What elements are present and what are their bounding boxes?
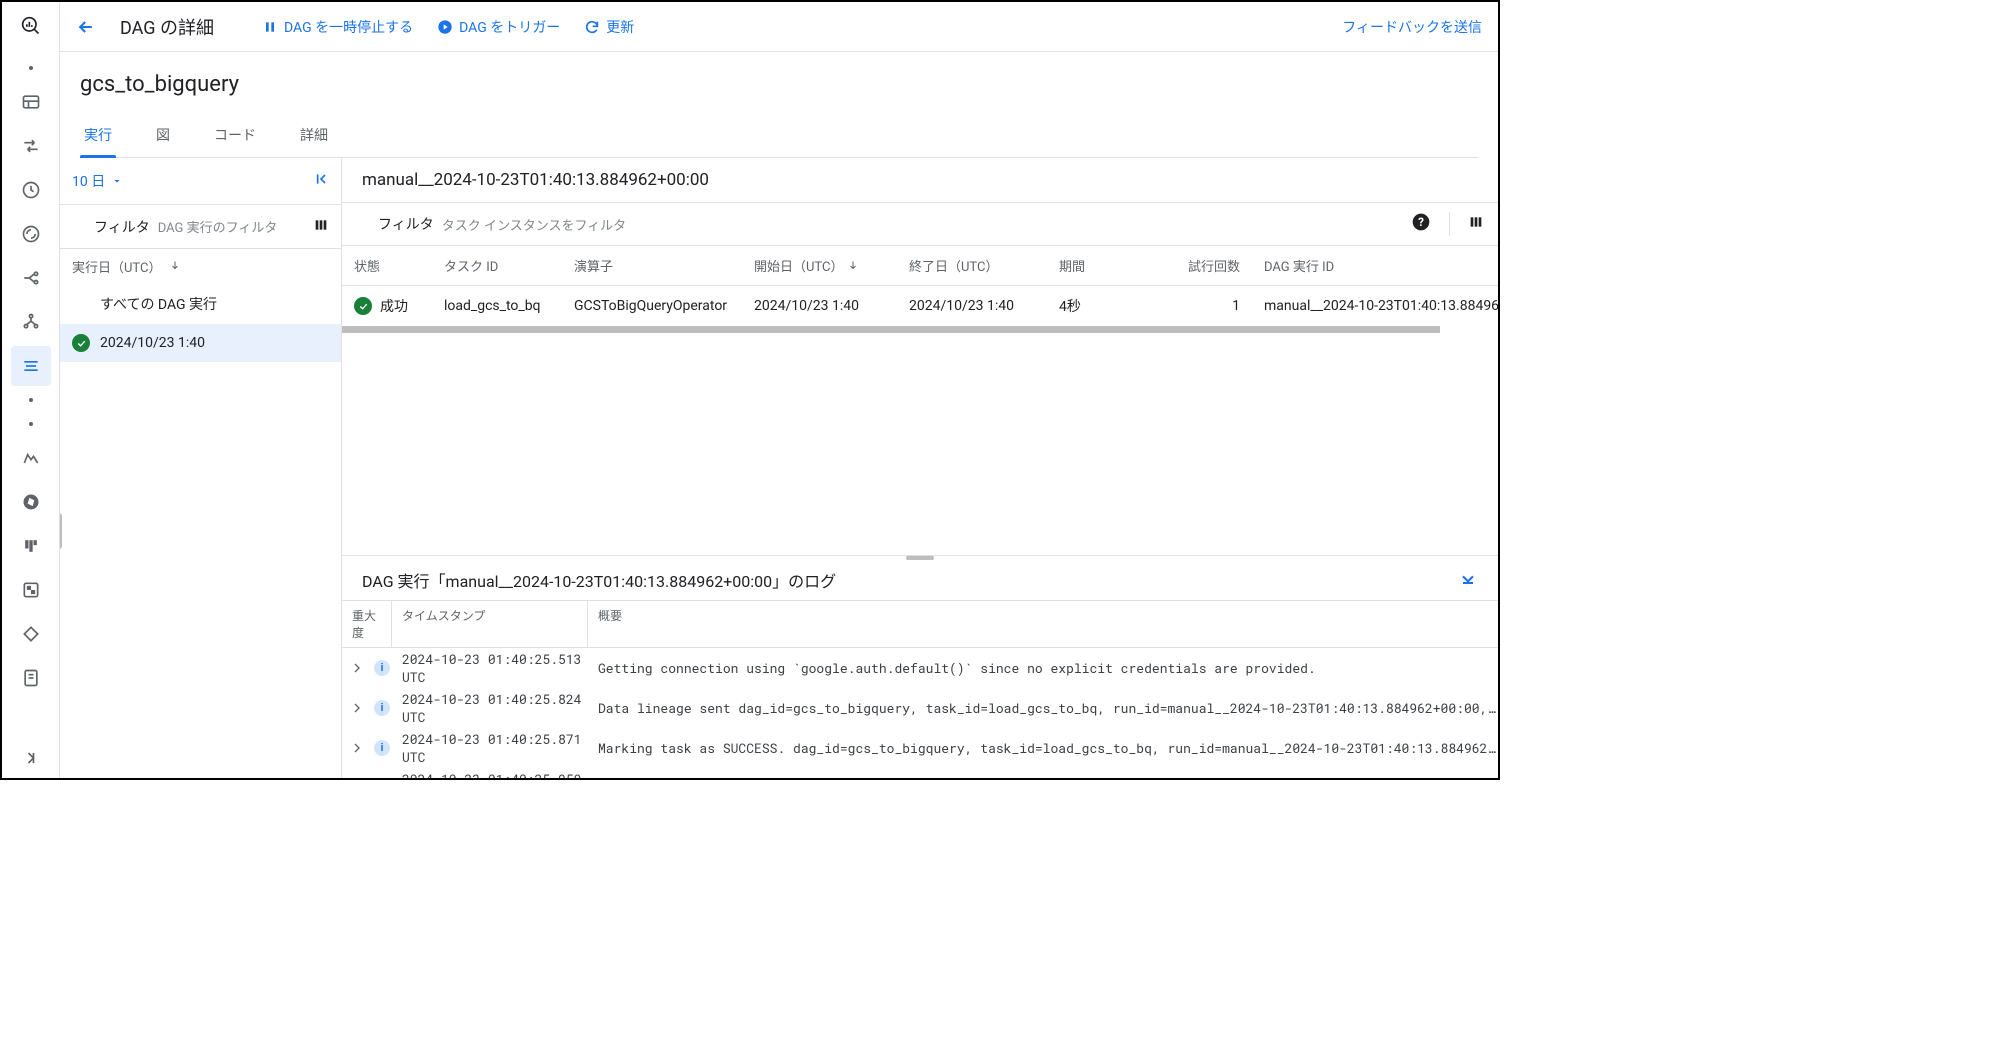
sidebar-nav-item-6[interactable] <box>11 302 51 342</box>
expand-icon[interactable] <box>342 660 372 676</box>
log-row[interactable]: i 2024-10-23 01:40:25.824 UTC Data linea… <box>342 688 1498 728</box>
sidebar-nav-item-7[interactable] <box>11 438 51 478</box>
run-title: manual__2024-10-23T01:40:13.884962+00:00 <box>342 158 1498 202</box>
log-row[interactable]: i 2024-10-23 01:40:25.959 UTC Task exite… <box>342 768 1498 778</box>
tab-code[interactable]: コード <box>210 117 260 157</box>
sidebar-nav-item-12[interactable] <box>11 658 51 698</box>
columns-icon-left[interactable] <box>313 217 329 237</box>
sidebar-divider-dot <box>29 422 33 426</box>
logs-body: i 2024-10-23 01:40:25.513 UTC Getting co… <box>342 648 1498 778</box>
sidebar-nav-item-10[interactable] <box>11 570 51 610</box>
horizontal-scrollbar[interactable] <box>342 326 1440 333</box>
logs-header: 重大度 タイムスタンプ 概要 <box>342 600 1498 648</box>
sidebar-nav-item-2[interactable] <box>11 126 51 166</box>
topbar: DAG の詳細 DAG を一時停止する DAG をトリガー 更新 フィードバック… <box>60 2 1498 52</box>
time-range-label: 10 日 <box>72 171 105 191</box>
filter-label-left: フィルタ <box>94 217 150 237</box>
filter-button-left[interactable]: フィルタ <box>72 217 150 237</box>
severity-info-icon: i <box>372 660 392 676</box>
col-summary[interactable]: 概要 <box>588 601 1498 647</box>
log-timestamp: 2024-10-23 01:40:25.871 UTC <box>392 730 588 766</box>
left-sidebar <box>2 2 60 778</box>
back-button[interactable] <box>76 17 96 37</box>
collapse-logs-icon[interactable] <box>1458 568 1478 592</box>
filter-label-tasks: フィルタ <box>378 214 434 234</box>
log-timestamp: 2024-10-23 01:40:25.959 UTC <box>392 770 588 778</box>
col-operator[interactable]: 演算子 <box>562 246 742 286</box>
logs-section: DAG 実行「manual__2024-10-23T01:40:13.88496… <box>342 555 1498 778</box>
page-title: DAG の詳細 <box>120 14 214 40</box>
sidebar-divider-dot <box>29 66 33 70</box>
sidebar-nav-item-1[interactable] <box>11 82 51 122</box>
product-logo-icon <box>15 10 47 42</box>
col-timestamp[interactable]: タイムスタンプ <box>392 601 588 647</box>
sidebar-nav-item-3[interactable] <box>11 170 51 210</box>
log-message: Marking task as SUCCESS. dag_id=gcs_to_b… <box>588 739 1498 757</box>
sort-down-icon[interactable] <box>169 259 181 275</box>
col-start[interactable]: 開始日（UTC） <box>742 246 897 286</box>
log-message: Data lineage sent dag_id=gcs_to_bigquery… <box>588 699 1498 717</box>
status-success-icon <box>354 297 372 315</box>
col-state[interactable]: 状態 <box>342 246 432 286</box>
col-tries[interactable]: 試行回数 <box>1162 246 1252 286</box>
dag-run-item[interactable]: 2024/10/23 1:40 <box>60 324 341 362</box>
all-dag-runs-label: すべての DAG 実行 <box>100 294 217 314</box>
sidebar-nav-item-11[interactable] <box>11 614 51 654</box>
sidebar-divider-dot <box>29 398 33 402</box>
collapse-left-icon[interactable] <box>313 171 329 191</box>
logs-title: DAG 実行「manual__2024-10-23T01:40:13.88496… <box>362 568 836 592</box>
svg-text:?: ? <box>1418 215 1424 229</box>
sidebar-nav-item-5[interactable] <box>11 258 51 298</box>
divider <box>1449 212 1450 236</box>
col-run-date[interactable]: 実行日（UTC） <box>72 257 161 276</box>
tab-graph[interactable]: 図 <box>152 117 174 157</box>
log-timestamp: 2024-10-23 01:40:25.513 UTC <box>392 650 588 686</box>
columns-icon-tasks[interactable] <box>1468 214 1484 234</box>
refresh-button[interactable]: 更新 <box>584 17 634 37</box>
sidebar-expand-icon[interactable] <box>11 738 51 778</box>
pause-dag-button[interactable]: DAG を一時停止する <box>262 17 413 37</box>
log-row[interactable]: i 2024-10-23 01:40:25.871 UTC Marking ta… <box>342 728 1498 768</box>
expand-icon[interactable] <box>342 700 372 716</box>
dag-tabs: 実行 図 コード 詳細 <box>80 117 1478 158</box>
col-taskid[interactable]: タスク ID <box>432 246 562 286</box>
log-message: Getting connection using `google.auth.de… <box>588 659 1498 677</box>
col-end[interactable]: 終了日（UTC） <box>897 246 1047 286</box>
filter-placeholder-tasks[interactable]: タスク インスタンスをフィルタ <box>442 215 626 234</box>
expand-icon[interactable] <box>342 740 372 756</box>
log-row[interactable]: i 2024-10-23 01:40:25.513 UTC Getting co… <box>342 648 1498 688</box>
filter-button-tasks[interactable]: フィルタ <box>356 214 434 234</box>
trigger-dag-label: DAG をトリガー <box>459 17 560 37</box>
severity-info-icon: i <box>372 740 392 756</box>
col-severity[interactable]: 重大度 <box>342 601 392 647</box>
log-timestamp: 2024-10-23 01:40:25.824 UTC <box>392 690 588 726</box>
task-row[interactable]: 成功 load_gcs_to_bq GCSToBigQueryOperator … <box>342 286 1498 327</box>
sidebar-nav-item-9[interactable] <box>11 526 51 566</box>
sidebar-nav-item-8[interactable] <box>11 482 51 522</box>
sidebar-nav-item-4[interactable] <box>11 214 51 254</box>
task-pane: manual__2024-10-23T01:40:13.884962+00:00… <box>342 158 1498 778</box>
refresh-label: 更新 <box>606 17 634 37</box>
task-table: 状態 タスク ID 演算子 開始日（UTC） 終了日（UTC） 期間 試行回数 … <box>342 246 1498 326</box>
col-duration[interactable]: 期間 <box>1047 246 1162 286</box>
tab-runs[interactable]: 実行 <box>80 117 116 157</box>
filter-placeholder-left[interactable]: DAG 実行のフィルタ <box>158 217 278 236</box>
sidebar-nav-item-active[interactable] <box>11 346 51 386</box>
pause-dag-label: DAG を一時停止する <box>284 17 413 37</box>
feedback-link[interactable]: フィードバックを送信 <box>1342 17 1482 37</box>
tab-details[interactable]: 詳細 <box>296 117 332 157</box>
runs-list-pane: 10 日 フィルタ DAG 実行のフィルタ <box>60 158 342 778</box>
col-runid[interactable]: DAG 実行 ID <box>1252 246 1498 286</box>
dag-name: gcs_to_bigquery <box>80 72 1478 97</box>
time-range-dropdown[interactable]: 10 日 <box>72 171 123 191</box>
severity-info-icon: i <box>372 700 392 716</box>
help-icon[interactable]: ? <box>1411 212 1431 236</box>
status-success-icon <box>72 334 90 352</box>
all-dag-runs-item[interactable]: すべての DAG 実行 <box>60 284 341 324</box>
run-date-label: 2024/10/23 1:40 <box>100 335 205 351</box>
trigger-dag-button[interactable]: DAG をトリガー <box>437 17 560 37</box>
